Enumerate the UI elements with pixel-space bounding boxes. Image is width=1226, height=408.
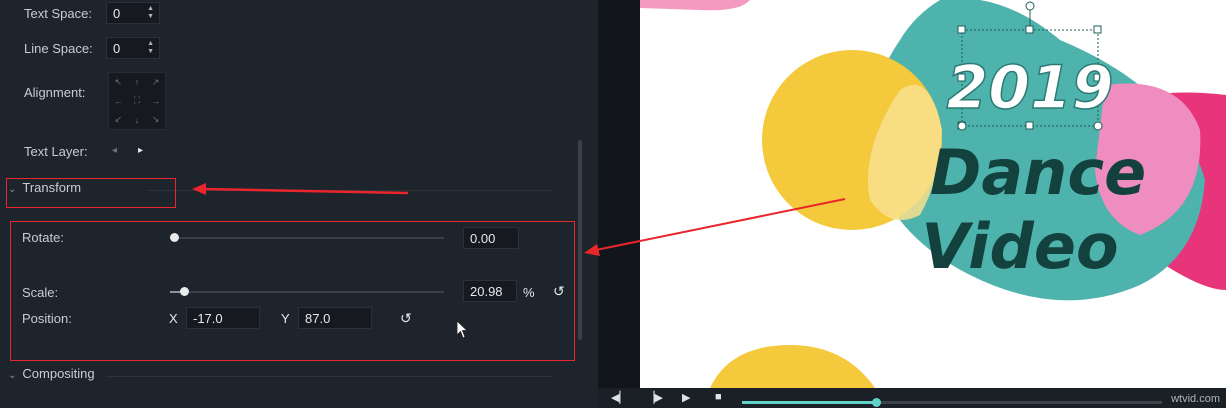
prev-frame-icon[interactable]: ◀▏ [611,391,628,404]
watermark: wtvid.com [1171,393,1220,405]
annotation-arrows [192,183,846,256]
playback-bar [598,388,1226,408]
play-icon[interactable]: ▶ [682,391,690,404]
next-frame-icon[interactable]: ▕▶ [646,391,663,404]
playback-timeline[interactable] [742,398,1162,407]
stop-icon[interactable]: ■ [715,391,722,403]
timeline-progress [742,401,877,404]
